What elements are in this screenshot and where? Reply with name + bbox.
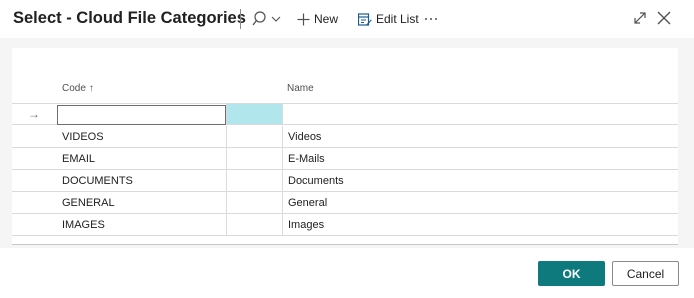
row-name-cell[interactable]: Videos xyxy=(282,126,678,147)
cancel-button[interactable]: Cancel xyxy=(612,261,679,286)
row-indicator xyxy=(12,126,56,147)
column-header-code[interactable]: Code ↑ xyxy=(62,83,94,94)
ellipsis-icon xyxy=(425,18,437,20)
row-code-cell[interactable]: DOCUMENTS xyxy=(56,170,226,191)
row-name-cell[interactable]: General xyxy=(282,192,678,213)
expand-button[interactable] xyxy=(632,10,648,26)
table-row[interactable]: IMAGES Images xyxy=(12,214,678,236)
row-code-cell[interactable]: EMAIL xyxy=(56,148,226,169)
sort-ascending-icon: ↑ xyxy=(88,83,94,94)
row-indicator xyxy=(12,148,56,169)
list-panel: Code ↑ Name → VIDEOS Videos EMAIL E-Mail… xyxy=(12,48,678,244)
plus-icon xyxy=(297,13,310,25)
close-button[interactable] xyxy=(656,10,672,26)
row-spacer-cell xyxy=(226,126,282,147)
edit-list-icon xyxy=(358,12,372,26)
content-area: Code ↑ Name → VIDEOS Videos EMAIL E-Mail… xyxy=(0,38,694,248)
header-divider xyxy=(240,9,241,29)
new-row-code-input[interactable] xyxy=(57,105,226,125)
more-options-button[interactable] xyxy=(424,9,440,29)
column-header-name[interactable]: Name xyxy=(287,83,314,94)
dialog-title: Select - Cloud File Categories xyxy=(13,9,246,27)
row-spacer-cell xyxy=(226,170,282,191)
row-name-cell[interactable]: Images xyxy=(282,214,678,235)
column-header-name-label: Name xyxy=(287,83,314,94)
footer-divider xyxy=(12,244,678,245)
row-code-cell[interactable]: VIDEOS xyxy=(56,126,226,147)
expand-icon xyxy=(634,12,646,24)
table-row[interactable]: VIDEOS Videos xyxy=(12,126,678,148)
row-spacer-cell xyxy=(226,148,282,169)
new-button[interactable]: New xyxy=(297,10,338,28)
row-indicator xyxy=(12,192,56,213)
new-row[interactable]: → xyxy=(12,103,678,125)
row-name-cell[interactable]: Documents xyxy=(282,170,678,191)
row-indicator xyxy=(12,214,56,235)
row-code-cell[interactable]: GENERAL xyxy=(56,192,226,213)
row-spacer-cell xyxy=(226,214,282,235)
table-row[interactable]: GENERAL General xyxy=(12,192,678,214)
dialog-header: Select - Cloud File Categories New Edit … xyxy=(0,0,694,38)
new-row-active-cell[interactable] xyxy=(226,104,282,124)
new-row-name-cell[interactable] xyxy=(282,104,678,124)
edit-list-button-label: Edit List xyxy=(376,12,419,26)
search-icon xyxy=(252,11,281,26)
row-indicator xyxy=(12,170,56,191)
edit-list-button[interactable]: Edit List xyxy=(358,10,419,28)
close-icon xyxy=(657,11,671,25)
row-code-cell[interactable]: IMAGES xyxy=(56,214,226,235)
column-header-code-label: Code xyxy=(62,83,86,94)
table-row[interactable]: EMAIL E-Mails xyxy=(12,148,678,170)
table-row[interactable]: DOCUMENTS Documents xyxy=(12,170,678,192)
row-name-cell[interactable]: E-Mails xyxy=(282,148,678,169)
new-button-label: New xyxy=(314,12,339,26)
row-indicator-arrow-icon: → xyxy=(28,107,40,121)
ok-button[interactable]: OK xyxy=(538,261,605,286)
dialog: Select - Cloud File Categories New Edit … xyxy=(0,0,694,298)
row-spacer-cell xyxy=(226,192,282,213)
search-button[interactable] xyxy=(251,9,285,29)
